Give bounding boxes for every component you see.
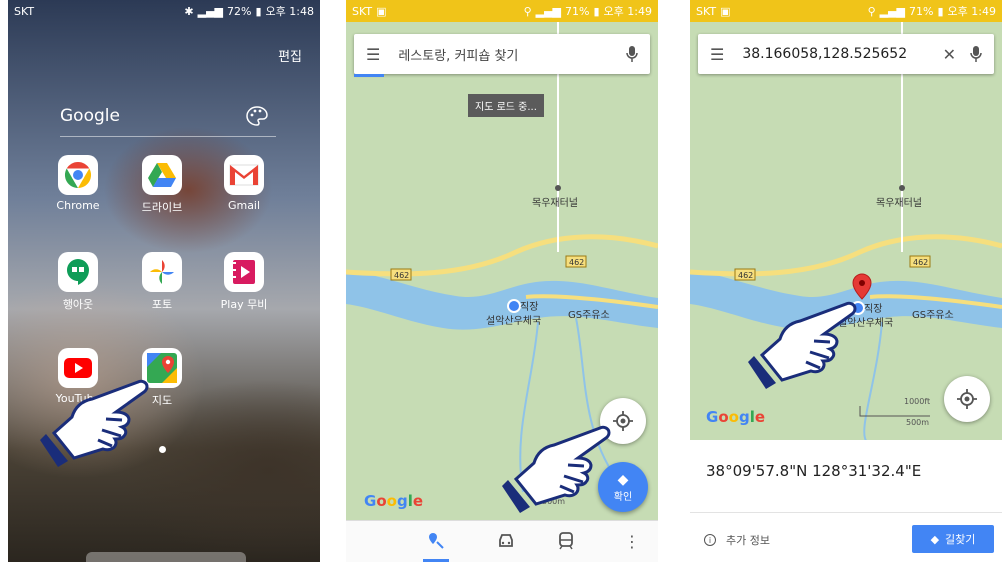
status-bar: SKT ▣ ⚲ ▂▄▆ 71% ▮ 오후 1:49 <box>346 0 658 22</box>
signal-icon: ▂▄▆ <box>535 4 562 18</box>
hamburger-menu-icon[interactable]: ☰ <box>710 45 724 64</box>
battery-percent: 71% <box>565 4 590 18</box>
clear-icon[interactable]: ✕ <box>943 45 956 64</box>
notification-icon: ▣ <box>376 4 387 18</box>
bottom-navigation: ⋮ <box>346 520 658 562</box>
app-gmail[interactable]: Gmail <box>206 155 282 212</box>
app-label: Gmail <box>227 199 261 212</box>
app-label: 드라이브 <box>141 201 183 214</box>
battery-icon: ▮ <box>937 4 944 18</box>
search-input[interactable]: 38.166058,128.525652 <box>742 46 942 62</box>
hamburger-menu-icon[interactable]: ☰ <box>366 45 380 64</box>
scale-label-ft: 1000ft <box>904 397 930 406</box>
microphone-icon[interactable] <box>626 45 638 63</box>
maps-loading-phone: SKT ▣ ⚲ ▂▄▆ 71% ▮ 오후 1:49 목우재터널 462 462 … <box>346 0 658 562</box>
car-icon[interactable] <box>496 531 516 551</box>
scale-label-m: 500m <box>906 418 929 427</box>
my-location-button[interactable] <box>944 376 990 422</box>
bluetooth-icon: ✱ <box>184 4 194 18</box>
folder-divider <box>60 136 276 137</box>
clock: 오후 1:49 <box>603 5 652 18</box>
transit-icon[interactable] <box>556 531 576 551</box>
chrome-icon <box>58 155 98 195</box>
edit-button[interactable]: 편집 <box>278 46 302 65</box>
map-label-tunnel: 목우재터널 <box>532 197 578 209</box>
road-shield-a: 462 <box>738 271 753 280</box>
folder-title[interactable]: Google <box>60 106 120 126</box>
app-chrome[interactable]: Chrome <box>40 155 116 212</box>
app-play-movies[interactable]: Play 무비 <box>206 252 282 312</box>
battery-percent: 71% <box>909 4 934 18</box>
loading-progress <box>354 74 384 77</box>
google-logo: Google <box>364 492 424 510</box>
place-info-panel[interactable]: 38°09'57.8"N 128°31'32.4"E i 추가 정보 ◆ 길찾기 <box>690 440 1002 562</box>
carrier-label: SKT <box>14 4 35 18</box>
carrier-label: SKT <box>696 4 717 18</box>
microphone-icon[interactable] <box>970 45 982 63</box>
loading-badge: 지도 로드 중... <box>468 94 544 117</box>
gmail-icon <box>224 155 264 195</box>
dock-handle <box>86 552 246 562</box>
location-icon: ⚲ <box>523 4 532 18</box>
search-placeholder[interactable]: 레스토랑, 커피숍 찾기 <box>398 45 626 64</box>
more-info-link[interactable]: i 추가 정보 <box>704 532 770 548</box>
info-divider <box>690 512 1002 513</box>
more-info-label: 추가 정보 <box>726 534 770 547</box>
search-bar[interactable]: ☰ 레스토랑, 커피숍 찾기 <box>354 34 650 74</box>
drive-icon <box>142 155 182 195</box>
road-shield-b: 462 <box>913 258 928 267</box>
notification-icon: ▣ <box>720 4 731 18</box>
clock: 오후 1:49 <box>947 5 996 18</box>
directions-button[interactable]: ◆ 길찾기 <box>912 525 994 553</box>
directions-icon: ◆ <box>930 532 940 546</box>
map-label-gas: GS주유소 <box>912 309 954 321</box>
coordinates-dms: 38°09'57.8"N 128°31'32.4"E <box>706 462 922 480</box>
app-drive[interactable]: 드라이브 <box>124 155 200 215</box>
status-bar: SKT ▣ ⚲ ▂▄▆ 71% ▮ 오후 1:49 <box>690 0 1002 22</box>
explore-icon[interactable] <box>426 531 446 551</box>
directions-label: 길찾기 <box>945 533 976 546</box>
maps-pin-phone: SKT ▣ ⚲ ▂▄▆ 71% ▮ 오후 1:49 목우재터널 462 462 … <box>690 0 1002 562</box>
app-label: Chrome <box>56 199 100 212</box>
location-icon: ⚲ <box>867 4 876 18</box>
google-logo: Google <box>706 408 766 426</box>
app-hangouts[interactable]: 행아웃 <box>40 252 116 312</box>
tutorial-stage: SKT ✱ ▂▄▆ 72% ▮ 오후 1:48 편집 Google Chrome… <box>0 0 1002 562</box>
road-shield-a: 462 <box>394 271 409 280</box>
battery-icon: ▮ <box>255 4 262 18</box>
clock: 오후 1:48 <box>265 5 314 18</box>
pointing-hand-icon <box>748 301 857 389</box>
pointing-hand-icon <box>40 379 149 467</box>
more-options-icon[interactable]: ⋮ <box>622 531 642 551</box>
app-label: Play 무비 <box>220 298 268 311</box>
app-label: 포토 <box>151 298 173 311</box>
page-indicator[interactable] <box>159 446 166 453</box>
battery-icon: ▮ <box>593 4 600 18</box>
search-bar[interactable]: ☰ 38.166058,128.525652 ✕ <box>698 34 994 74</box>
carrier-label: SKT <box>352 4 373 18</box>
play-movies-icon <box>224 252 264 292</box>
status-bar: SKT ✱ ▂▄▆ 72% ▮ 오후 1:48 <box>8 0 320 22</box>
map-label-post-office: 설악산우체국 <box>486 315 541 327</box>
pointing-hand-icon <box>502 425 611 513</box>
my-location-icon <box>957 389 977 409</box>
palette-icon[interactable] <box>246 106 268 126</box>
hangouts-icon <box>58 252 98 292</box>
home-screen-phone: SKT ✱ ▂▄▆ 72% ▮ 오후 1:48 편집 Google Chrome… <box>8 0 320 562</box>
battery-percent: 72% <box>227 4 252 18</box>
map-label-gas: GS주유소 <box>568 309 610 321</box>
photos-icon <box>142 252 182 292</box>
road-shield-b: 462 <box>569 258 584 267</box>
map-label-place: 직장 <box>520 301 538 313</box>
signal-icon: ▂▄▆ <box>879 4 906 18</box>
app-photos[interactable]: 포토 <box>124 252 200 312</box>
signal-icon: ▂▄▆ <box>197 4 224 18</box>
app-label: 행아웃 <box>62 298 94 311</box>
info-icon: i <box>704 534 716 546</box>
map-label-tunnel: 목우재터널 <box>876 197 922 209</box>
